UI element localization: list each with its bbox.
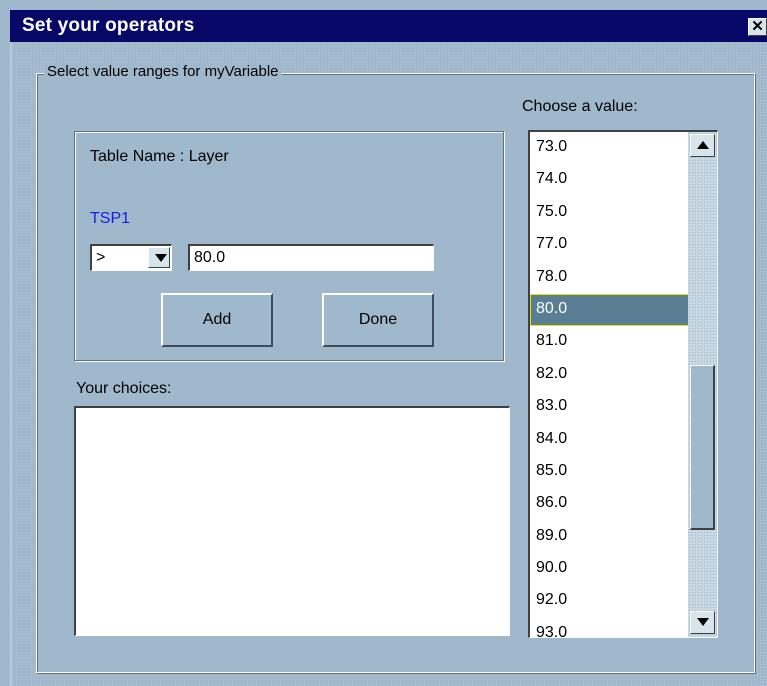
list-item[interactable]: 85.0	[530, 456, 690, 488]
dropdown-button[interactable]	[148, 247, 170, 268]
choices-list[interactable]	[74, 406, 510, 636]
value-list-items: 73.0 74.0 75.0 77.0 78.0 80.0 81.0 82.0 83.0 84.0…	[530, 132, 690, 637]
list-item[interactable]: 82.0	[530, 359, 690, 391]
list-item[interactable]: 74.0	[530, 164, 690, 196]
list-item[interactable]: 73.0	[530, 132, 690, 164]
value-listbox[interactable]: 73.0 74.0 75.0 77.0 78.0 80.0 81.0 82.0 83.0 84.0…	[528, 130, 718, 638]
list-item[interactable]: 84.0	[530, 424, 690, 456]
arrow-up-icon	[697, 141, 709, 149]
list-item[interactable]: 75.0	[530, 197, 690, 229]
close-button[interactable]: ✕	[748, 18, 767, 36]
list-item[interactable]: 92.0	[530, 585, 690, 617]
list-item[interactable]: 90.0	[530, 553, 690, 585]
scroll-up-button[interactable]	[690, 134, 715, 157]
group-legend: Select value ranges for myVariable	[44, 63, 282, 80]
close-icon: ✕	[751, 18, 764, 35]
add-button[interactable]: Add	[161, 293, 273, 347]
title-bar[interactable]: Set your operators ✕	[10, 10, 767, 42]
arrow-down-icon	[697, 618, 709, 626]
set-operators-dialog: Set your operators ✕ Select value ranges…	[0, 0, 767, 686]
window-title: Set your operators	[22, 15, 195, 36]
chevron-down-icon	[155, 254, 167, 262]
choices-label: Your choices:	[76, 380, 172, 397]
list-item[interactable]: 77.0	[530, 229, 690, 261]
list-item[interactable]: 93.0	[530, 618, 690, 637]
list-item[interactable]: 80.0	[530, 293, 690, 327]
operator-select[interactable]: >	[90, 244, 172, 271]
scroll-thumb[interactable]	[690, 365, 715, 530]
operator-value: >	[96, 249, 106, 266]
list-item[interactable]: 83.0	[530, 391, 690, 423]
field-label: TSP1	[90, 210, 131, 227]
value-input[interactable]	[188, 244, 434, 271]
table-name-label: Table Name : Layer	[90, 148, 229, 165]
vertical-scrollbar[interactable]	[688, 132, 717, 637]
scroll-down-button[interactable]	[690, 611, 715, 634]
choose-value-label: Choose a value:	[522, 98, 638, 115]
done-button[interactable]: Done	[322, 293, 434, 347]
list-item[interactable]: 81.0	[530, 326, 690, 358]
list-item[interactable]: 89.0	[530, 521, 690, 553]
list-item[interactable]: 86.0	[530, 488, 690, 520]
list-item[interactable]: 78.0	[530, 262, 690, 294]
